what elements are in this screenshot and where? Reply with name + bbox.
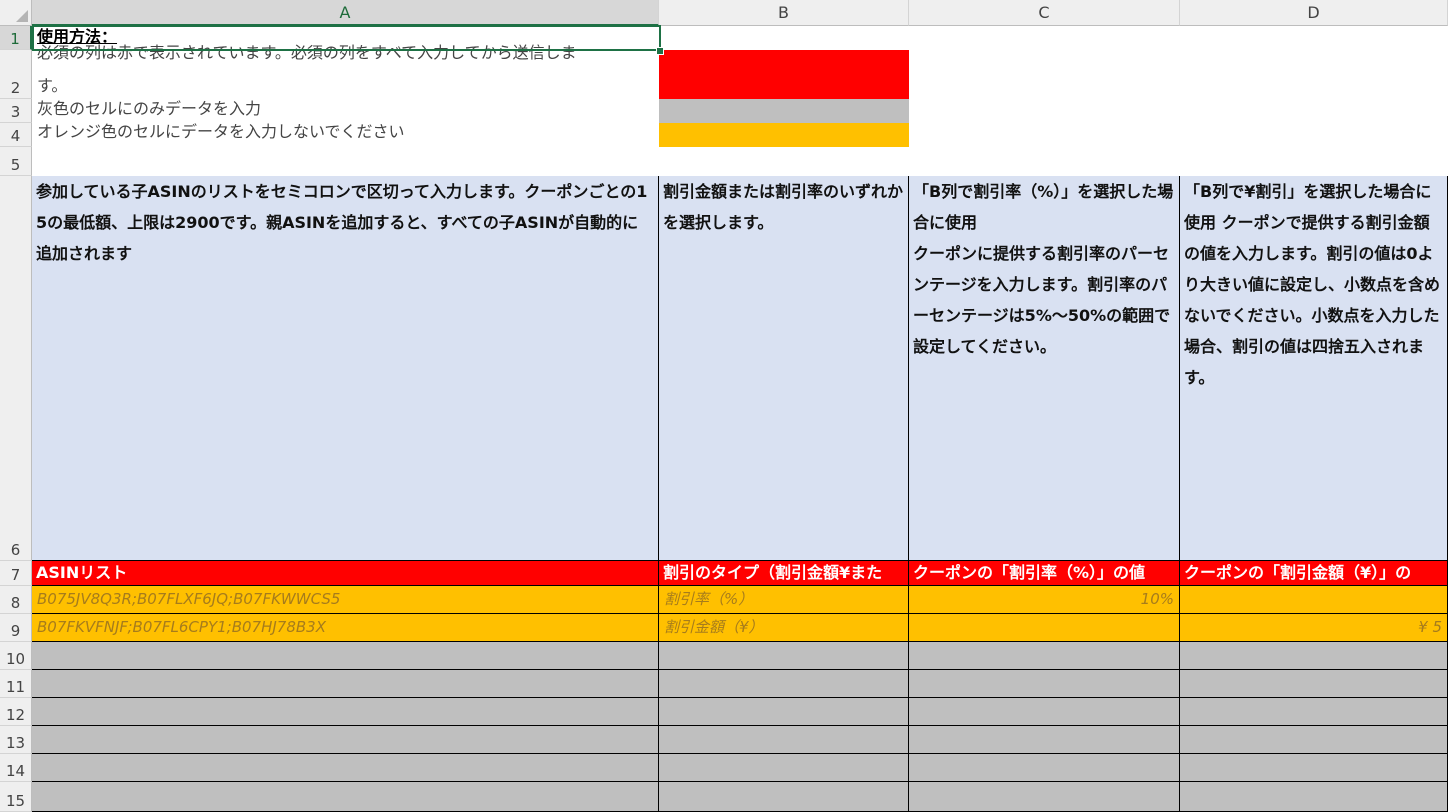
input-cell-d12[interactable] xyxy=(1180,698,1448,726)
input-cell-a10[interactable] xyxy=(32,642,659,670)
instructions-required-line-1[interactable]: 必須の列は赤で表示されています。必須の列をすべて入力してから送信しま xyxy=(32,44,659,62)
description-cell-b[interactable]: 割引金額または割引率のいずれかを選択します。 xyxy=(659,176,909,561)
input-cell-b12[interactable] xyxy=(659,698,909,726)
column-header-c[interactable]: C xyxy=(909,0,1180,26)
input-cell-c14[interactable] xyxy=(909,754,1180,782)
example-cell-c8[interactable]: 10% xyxy=(909,586,1180,614)
input-cell-d11[interactable] xyxy=(1180,670,1448,698)
example-cell-a8[interactable]: B075JV8Q3R;B07FLXF6JQ;B07FKWWCS5 xyxy=(32,586,659,614)
column-header-b[interactable]: B xyxy=(659,0,909,26)
header-cell-discount-rate[interactable]: クーポンの「割引率（%）」の値 xyxy=(909,561,1180,586)
input-cell-c11[interactable] xyxy=(909,670,1180,698)
input-cell-a13[interactable] xyxy=(32,726,659,754)
row-header-6[interactable]: 6 xyxy=(0,176,32,561)
legend-gray-swatch[interactable] xyxy=(659,99,909,123)
row-header-7[interactable]: 7 xyxy=(0,561,32,586)
row-header-8[interactable]: 8 xyxy=(0,586,32,614)
legend-orange-swatch[interactable] xyxy=(659,123,909,147)
column-header-a[interactable]: A xyxy=(32,0,659,26)
input-cell-a14[interactable] xyxy=(32,754,659,782)
input-cell-a11[interactable] xyxy=(32,670,659,698)
input-cell-d14[interactable] xyxy=(1180,754,1448,782)
row-header-12[interactable]: 12 xyxy=(0,698,32,726)
row-header-1[interactable]: 1 xyxy=(0,26,32,50)
fill-handle[interactable] xyxy=(656,47,664,55)
input-cell-c13[interactable] xyxy=(909,726,1180,754)
input-cell-d10[interactable] xyxy=(1180,642,1448,670)
instructions-gray-line[interactable]: 灰色のセルにのみデータを入力 xyxy=(32,99,659,123)
input-cell-a12[interactable] xyxy=(32,698,659,726)
row-header-11[interactable]: 11 xyxy=(0,670,32,698)
example-cell-d8[interactable] xyxy=(1180,586,1448,614)
row-header-2[interactable]: 2 xyxy=(0,50,32,99)
input-cell-c15[interactable] xyxy=(909,782,1180,812)
input-cell-b11[interactable] xyxy=(659,670,909,698)
input-cell-d13[interactable] xyxy=(1180,726,1448,754)
example-cell-d9[interactable]: ¥ 5 xyxy=(1180,614,1448,642)
input-cell-b10[interactable] xyxy=(659,642,909,670)
example-cell-b9[interactable]: 割引金額（¥） xyxy=(659,614,909,642)
row-header-5[interactable]: 5 xyxy=(0,147,32,176)
input-cell-d15[interactable] xyxy=(1180,782,1448,812)
header-cell-discount-amount[interactable]: クーポンの「割引金額（¥）」の xyxy=(1180,561,1448,586)
row-header-10[interactable]: 10 xyxy=(0,642,32,670)
description-cell-a[interactable]: 参加している子ASINのリストをセミコロンで区切って入力します。クーポンごとの1… xyxy=(32,176,659,561)
row-header-3[interactable]: 3 xyxy=(0,99,32,123)
input-cell-b14[interactable] xyxy=(659,754,909,782)
input-cell-b15[interactable] xyxy=(659,782,909,812)
example-cell-c9[interactable] xyxy=(909,614,1180,642)
example-cell-a9[interactable]: B07FKVFNJF;B07FL6CPY1;B07HJ78B3X xyxy=(32,614,659,642)
row-header-9[interactable]: 9 xyxy=(0,614,32,642)
column-header-d[interactable]: D xyxy=(1180,0,1448,26)
row-header-4[interactable]: 4 xyxy=(0,123,32,147)
row-header-13[interactable]: 13 xyxy=(0,726,32,754)
instructions-orange-line[interactable]: オレンジ色のセルにデータを入力しないでください xyxy=(32,123,659,147)
input-cell-c12[interactable] xyxy=(909,698,1180,726)
row-header-15[interactable]: 15 xyxy=(0,782,32,812)
header-cell-discount-type[interactable]: 割引のタイプ（割引金額¥また xyxy=(659,561,909,586)
legend-red-swatch[interactable] xyxy=(659,50,909,99)
example-cell-b8[interactable]: 割引率（%） xyxy=(659,586,909,614)
instructions-required-line-2[interactable]: す。 xyxy=(32,74,659,98)
select-all-button[interactable] xyxy=(0,0,32,26)
input-cell-a15[interactable] xyxy=(32,782,659,812)
header-cell-asin-list[interactable]: ASINリスト xyxy=(32,561,659,586)
description-cell-d[interactable]: 「B列で¥割引」を選択した場合に使用 クーポンで提供する割引金額の値を入力します… xyxy=(1180,176,1448,561)
row-header-14[interactable]: 14 xyxy=(0,754,32,782)
description-cell-c[interactable]: 「B列で割引率（%）」を選択した場合に使用 クーポンに提供する割引率のパーセンテ… xyxy=(909,176,1180,561)
input-cell-c10[interactable] xyxy=(909,642,1180,670)
input-cell-b13[interactable] xyxy=(659,726,909,754)
spreadsheet: A B C D 1 2 3 4 5 6 7 8 9 10 11 12 13 14… xyxy=(0,0,1448,812)
